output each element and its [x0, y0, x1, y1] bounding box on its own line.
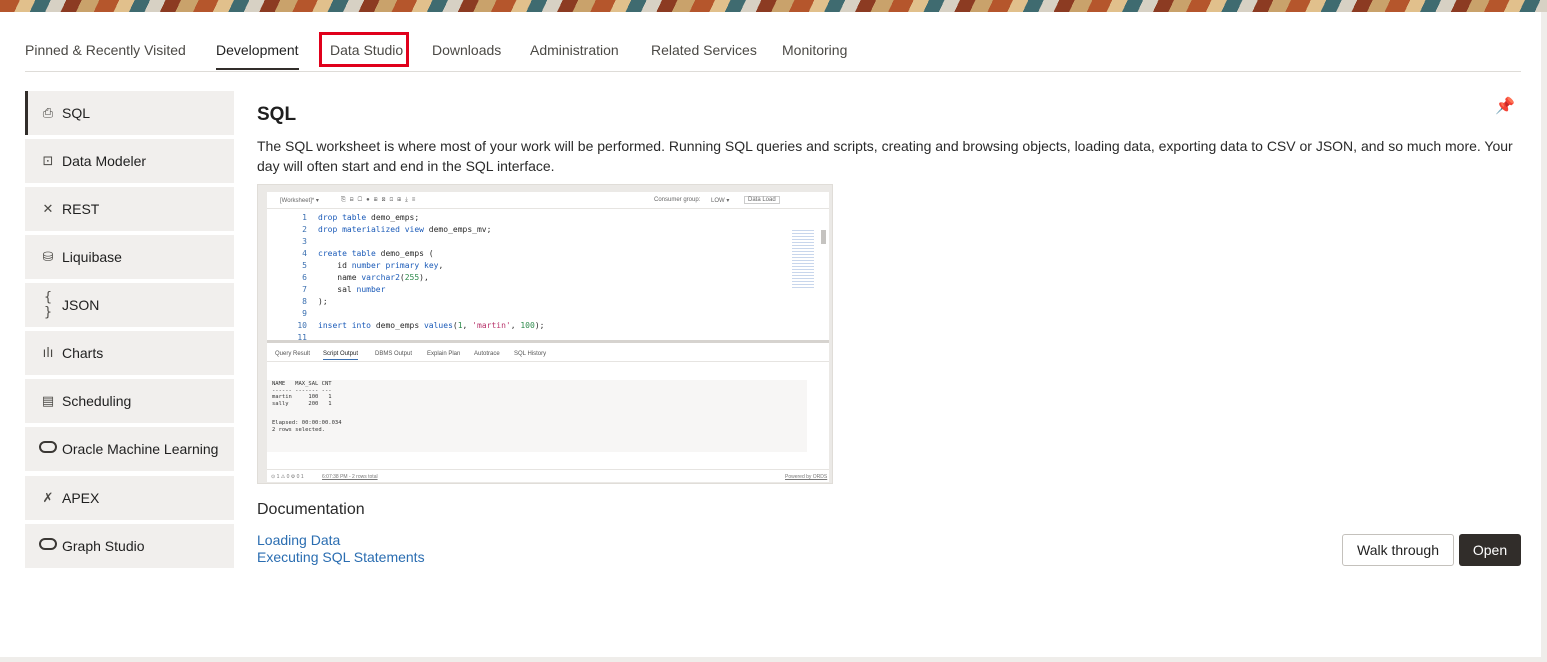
code-line: 10 insert into demo_emps values(1, 'marti…: [297, 321, 545, 330]
link-executing-sql-statements[interactable]: Executing SQL Statements: [257, 549, 425, 565]
output-tab: Explain Plan: [427, 351, 461, 357]
sidebar-item-label: APEX: [62, 490, 100, 506]
preview-window: [Worksheet]* ▾ ⎘⊟▢●⊞⊠⊡⊞⤓≡ Consumer group…: [267, 192, 829, 482]
json-icon: { }: [43, 290, 53, 320]
sidebar-item-graph-studio[interactable]: Graph Studio: [25, 524, 234, 568]
documentation-heading: Documentation: [257, 501, 365, 518]
output-tab: SQL History: [514, 351, 547, 357]
rest-icon: ✕: [42, 201, 54, 217]
preview-code-editor: 1 drop table demo_emps; 2 drop materialize…: [267, 210, 829, 342]
sidebar-item-charts[interactable]: ılı Charts: [25, 331, 234, 375]
graph-studio-icon: [38, 538, 58, 554]
pin-icon[interactable]: 📌: [1494, 96, 1516, 118]
code-line: 1 drop table demo_emps;: [302, 213, 420, 222]
sidebar-item-label: JSON: [62, 297, 100, 313]
oml-icon: [38, 441, 58, 457]
link-loading-data[interactable]: Loading Data: [257, 532, 340, 548]
sidebar-item-rest[interactable]: ✕ REST: [25, 187, 234, 231]
sidebar-item-apex[interactable]: ✗ APEX: [25, 476, 234, 520]
preview-powered-by: Powered by ORDS: [785, 474, 828, 480]
tab-related-services[interactable]: Related Services: [651, 39, 757, 70]
preview-consumer-group-label: Consumer group:: [654, 197, 701, 203]
preview-splitter: [267, 340, 829, 343]
sidebar-item-scheduling[interactable]: ▤ Scheduling: [25, 379, 234, 423]
apex-icon: ✗: [42, 490, 54, 506]
preview-toolbar-icons: ⎘⊟▢●⊞⊠⊡⊞⤓≡: [341, 197, 420, 203]
output-tab: DBMS Output: [375, 351, 413, 357]
header-banner: [0, 0, 1547, 12]
data-studio-highlight: [319, 32, 409, 67]
sidebar-item-json[interactable]: { } JSON: [25, 283, 234, 327]
code-line: 5 id number primary key,: [302, 261, 444, 270]
tab-administration[interactable]: Administration: [530, 39, 619, 70]
sidebar-item-label: REST: [62, 201, 100, 217]
output-tab: Autotrace: [474, 351, 500, 357]
tab-pinned-recently-visited[interactable]: Pinned & Recently Visited: [25, 39, 186, 70]
sidebar-item-oracle-machine-learning[interactable]: Oracle Machine Learning: [25, 427, 234, 471]
charts-icon: ılı: [42, 345, 54, 361]
tab-bar: Pinned & Recently Visited Development Da…: [25, 39, 1521, 72]
preview-consumer-group-value: LOW ▾: [711, 198, 730, 204]
sidebar-item-label: Liquibase: [62, 249, 122, 265]
sql-description: The SQL worksheet is where most of your …: [257, 138, 1513, 174]
code-line: 4 create table demo_emps (: [302, 249, 434, 258]
preview-scrollbar: [821, 230, 826, 244]
walk-through-button[interactable]: Walk through: [1342, 534, 1454, 566]
tab-downloads[interactable]: Downloads: [432, 39, 501, 70]
sidebar-item-liquibase[interactable]: ⛁ Liquibase: [25, 235, 234, 279]
preview-worksheet-tab: [Worksheet]* ▾: [280, 198, 319, 204]
preview-status-bar: ⊙ 1 ⚠ 0 ⚙ 0 1 6:07:38 PM - 2 rows total …: [267, 469, 829, 483]
sql-icon: ⎙: [42, 105, 54, 121]
preview-toolbar: [Worksheet]* ▾ ⎘⊟▢●⊞⊠⊡⊞⤓≡ Consumer group…: [267, 192, 829, 209]
sidebar-item-label: Graph Studio: [62, 538, 145, 554]
code-line: 2 drop materialized view demo_emps_mv;: [302, 225, 492, 234]
scheduling-icon: ▤: [41, 393, 55, 409]
sql-worksheet-preview[interactable]: [Worksheet]* ▾ ⎘⊟▢●⊞⊠⊡⊞⤓≡ Consumer group…: [257, 184, 833, 484]
preview-output-text: NAME MAX_SAL CNT ------ ------- --- mart…: [272, 381, 342, 433]
page-title: SQL: [257, 104, 297, 125]
preview-status-time: 6:07:38 PM - 2 rows total: [322, 474, 378, 480]
liquibase-icon: ⛁: [42, 249, 54, 265]
code-line: 9: [302, 309, 307, 318]
preview-minimap: [792, 230, 814, 290]
data-modeler-icon: ⊡: [42, 153, 54, 169]
sidebar-item-data-modeler[interactable]: ⊡ Data Modeler: [25, 139, 234, 183]
preview-status-counts: ⊙ 1 ⚠ 0 ⚙ 0 1: [271, 474, 304, 480]
open-button[interactable]: Open: [1459, 534, 1521, 566]
code-line: 3: [302, 237, 307, 246]
sidebar-item-label: Data Modeler: [62, 153, 147, 169]
preview-data-load-button: Data Load: [744, 196, 780, 204]
sidebar-item-label: Oracle Machine Learning: [62, 441, 219, 457]
output-tab: Script Output: [323, 351, 359, 360]
tab-development[interactable]: Development: [216, 39, 299, 70]
tab-monitoring[interactable]: Monitoring: [782, 39, 847, 70]
code-line: 7 sal number: [302, 285, 386, 294]
output-tab: Query Result: [275, 351, 311, 357]
sidebar-item-label: SQL: [62, 105, 91, 121]
sidebar-item-sql[interactable]: ⎙ SQL: [25, 91, 234, 135]
code-line: 8);: [302, 297, 328, 306]
sidebar-item-label: Scheduling: [62, 393, 132, 409]
preview-output-area: [267, 380, 807, 452]
code-line: 6 name varchar2(255),: [302, 273, 429, 282]
preview-output-tabs: Query Result Script Output DBMS Output E…: [267, 347, 829, 362]
sidebar-item-label: Charts: [62, 345, 104, 361]
